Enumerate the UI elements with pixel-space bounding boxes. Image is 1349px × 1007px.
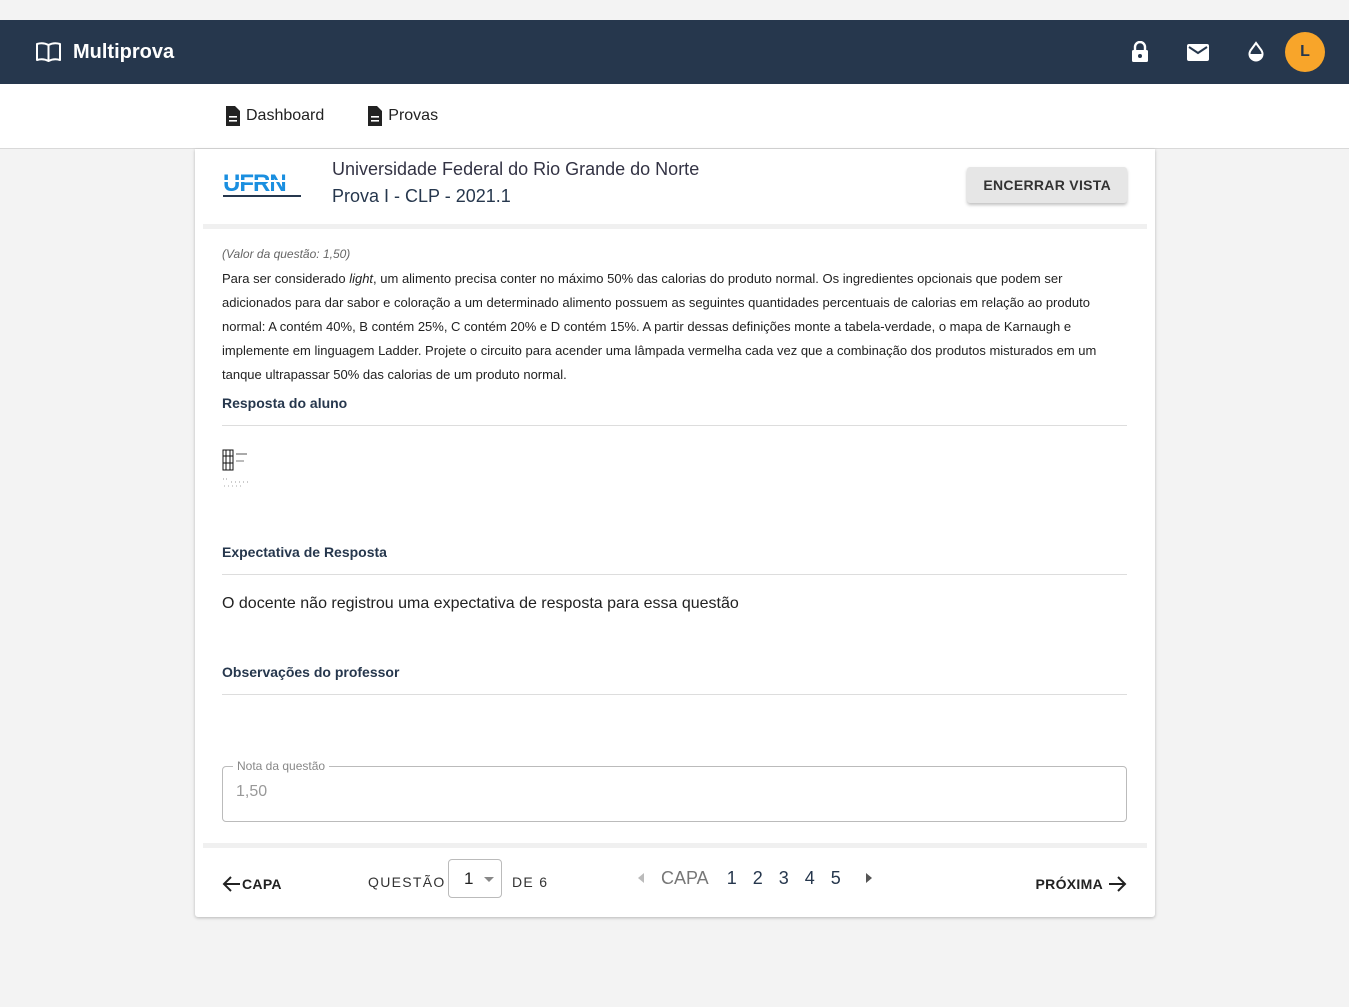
divider — [222, 694, 1127, 695]
question-navigation: CAPA QUESTÃO 1 DE 6 CAPA 1 2 3 4 5 PRÓXI… — [203, 843, 1147, 917]
grade-field: Nota da questão — [222, 759, 1127, 822]
document-icon — [226, 106, 240, 126]
top-app-bar: Multiprova L — [0, 20, 1349, 84]
nav-provas-label: Provas — [388, 107, 439, 124]
nav-provas[interactable]: Provas — [366, 106, 438, 126]
pager-page-5[interactable]: 5 — [831, 868, 841, 889]
back-to-cover-button[interactable]: CAPA — [222, 875, 282, 893]
question-select[interactable]: 1 — [448, 859, 502, 898]
student-answer-body — [222, 426, 1127, 544]
theme-drop-icon[interactable] — [1227, 32, 1285, 72]
user-avatar[interactable]: L — [1285, 32, 1325, 72]
mail-icon[interactable] — [1169, 32, 1227, 72]
card-header: UFRN Universidade Federal do Rio Grande … — [203, 149, 1147, 229]
ufrn-logo: UFRN — [223, 169, 303, 201]
next-question-button[interactable]: PRÓXIMA — [1036, 875, 1127, 893]
grade-field-label: Nota da questão — [233, 759, 330, 773]
pagination: CAPA 1 2 3 4 5 — [635, 863, 875, 893]
chevron-down-icon — [484, 877, 494, 882]
expected-answer-text: O docente não registrou uma expectativa … — [222, 595, 739, 612]
end-review-button[interactable]: ENCERRAR VISTA — [967, 167, 1127, 203]
grade-input[interactable] — [236, 783, 836, 801]
open-book-icon — [35, 41, 62, 63]
lock-icon[interactable] — [1111, 32, 1169, 72]
institution-name: Universidade Federal do Rio Grande do No… — [332, 159, 700, 179]
pager-prev-icon[interactable] — [635, 873, 647, 883]
observations-title: Observações do professor — [222, 664, 400, 680]
document-icon — [368, 106, 383, 126]
expected-answer-title: Expectativa de Resposta — [222, 544, 387, 560]
exam-review-card: UFRN Universidade Federal do Rio Grande … — [195, 149, 1155, 917]
pager-page-1[interactable]: 1 — [727, 868, 737, 889]
question-select-value: 1 — [464, 868, 474, 888]
nav-dashboard-label: Dashboard — [246, 107, 325, 124]
student-answer-title: Resposta do aluno — [222, 395, 348, 411]
exam-title: Prova I - CLP - 2021.1 — [332, 186, 511, 206]
question-label: QUESTÃO — [368, 874, 446, 890]
question-total: DE 6 — [512, 874, 549, 890]
next-label: PRÓXIMA — [1035, 876, 1103, 892]
pager-next-icon[interactable] — [863, 873, 875, 883]
brand[interactable]: Multiprova — [35, 41, 174, 64]
pager-page-2[interactable]: 2 — [753, 868, 763, 889]
divider — [222, 574, 1127, 575]
question-statement: Para ser considerado light, um alimento … — [222, 271, 1097, 382]
arrow-left-icon — [222, 876, 240, 892]
arrow-right-icon — [1109, 876, 1127, 892]
answer-attachment-thumbnail[interactable] — [222, 449, 250, 489]
question-content: (Valor da questão: 1,50) Para ser consid… — [222, 247, 1127, 695]
pager-page-3[interactable]: 3 — [779, 868, 789, 889]
pager-capa[interactable]: CAPA — [661, 868, 709, 889]
question-value: (Valor da questão: 1,50) — [222, 247, 351, 261]
nav-dashboard[interactable]: Dashboard — [224, 106, 324, 126]
app-title: Multiprova — [73, 40, 175, 63]
back-label: CAPA — [242, 876, 282, 892]
main-nav: Dashboard Provas — [0, 84, 1349, 149]
pager-page-4[interactable]: 4 — [805, 868, 815, 889]
svg-text:UFRN: UFRN — [223, 170, 286, 197]
